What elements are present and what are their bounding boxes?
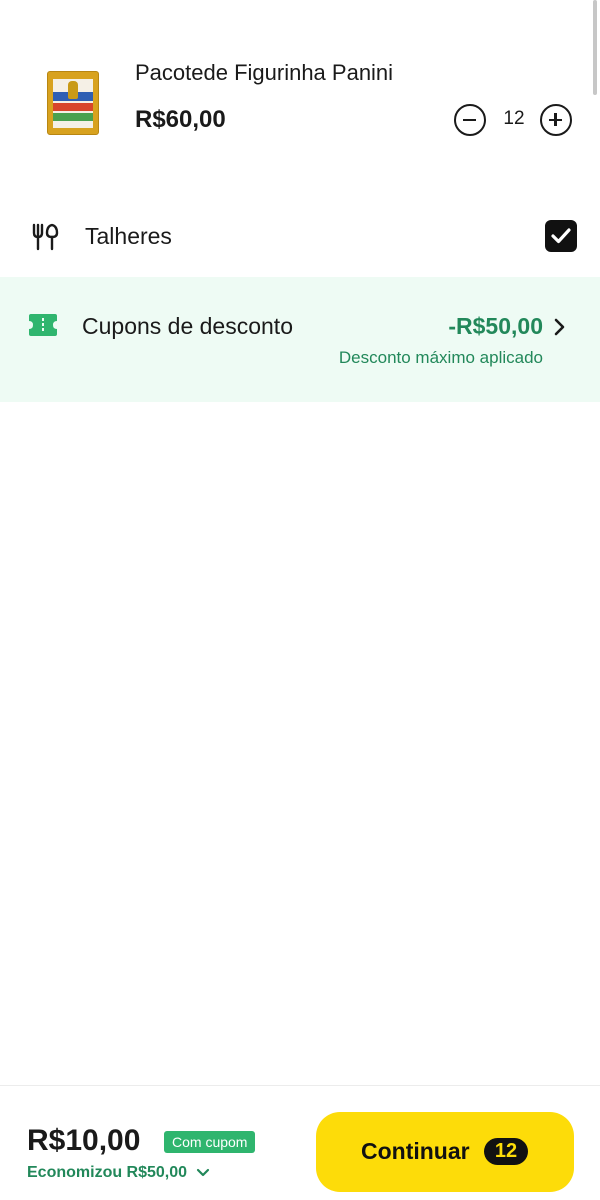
cart-item: Pacotede Figurinha Panini R$60,00 12 <box>0 50 600 160</box>
cart-screen: Pacotede Figurinha Panini R$60,00 12 Tal… <box>0 0 600 1200</box>
fork-knife-icon <box>32 223 59 251</box>
item-count-badge: 12 <box>484 1138 528 1165</box>
checkout-footer: R$10,00 Com cupom Economizou R$50,00 Con… <box>0 1085 600 1200</box>
savings-summary[interactable]: Economizou R$50,00 <box>27 1164 210 1182</box>
coupon-applied-badge: Com cupom <box>164 1131 256 1153</box>
continue-label: Continuar <box>361 1138 470 1164</box>
quantity-stepper: 12 <box>452 104 574 138</box>
coupon-discount-value: -R$50,00 <box>448 313 543 339</box>
increase-quantity-button[interactable] <box>540 104 572 136</box>
savings-text: Economizou R$50,00 <box>27 1164 188 1181</box>
quantity-value: 12 <box>503 108 525 129</box>
check-icon <box>551 228 571 244</box>
discount-coupons-row[interactable]: Cupons de desconto -R$50,00 Desconto máx… <box>0 277 600 402</box>
product-price: R$60,00 <box>135 106 226 133</box>
product-name: Pacotede Figurinha Panini <box>135 60 394 85</box>
decrease-quantity-button[interactable] <box>454 104 486 136</box>
cutlery-label: Talheres <box>85 223 172 249</box>
cutlery-option[interactable]: Talheres <box>0 205 600 267</box>
minus-icon <box>463 118 476 121</box>
cutlery-checkbox[interactable] <box>545 220 577 252</box>
order-total: R$10,00 <box>27 1124 141 1157</box>
product-image <box>47 71 99 135</box>
coupon-subtitle: Desconto máximo aplicado <box>338 348 543 367</box>
continue-button[interactable]: Continuar 12 <box>316 1112 574 1192</box>
chevron-right-icon <box>554 318 565 336</box>
coupon-label: Cupons de desconto <box>82 313 293 339</box>
ticket-icon <box>29 314 57 336</box>
chevron-down-icon <box>196 1168 209 1176</box>
